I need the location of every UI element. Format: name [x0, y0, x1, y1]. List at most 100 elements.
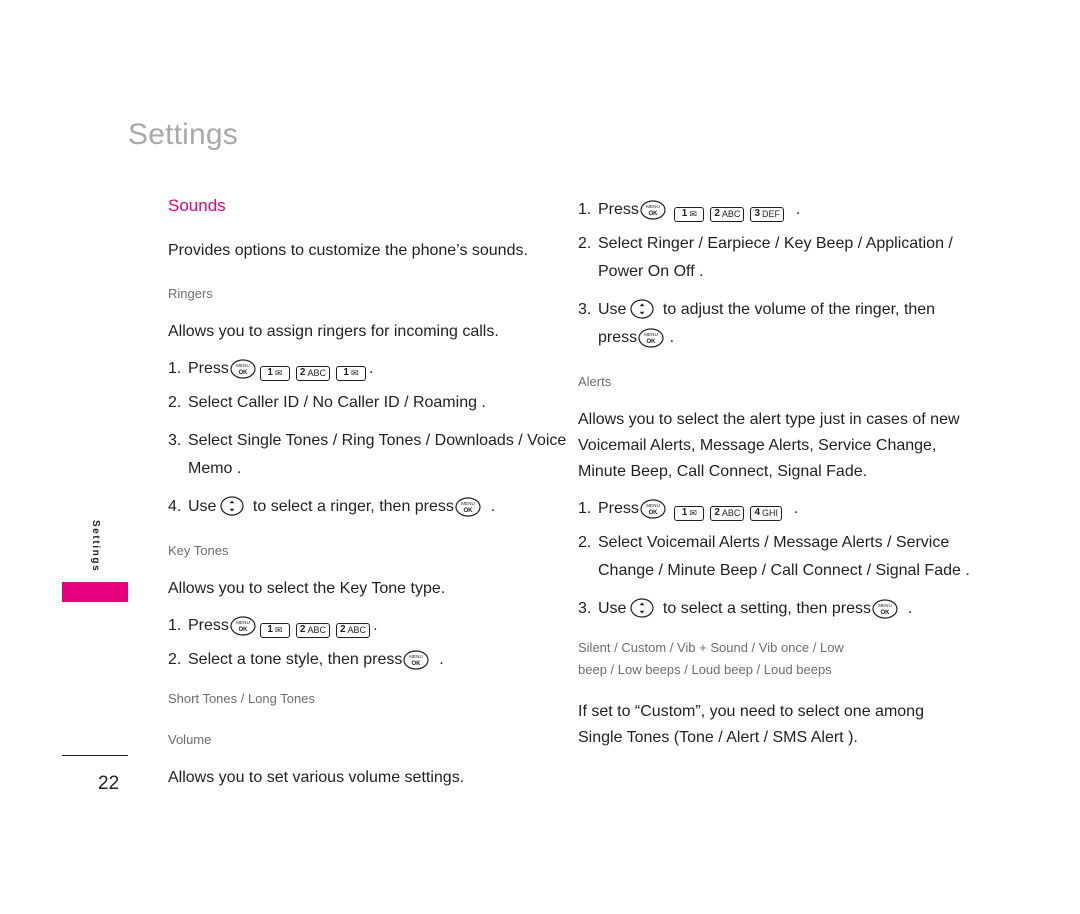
volume-step-1: 1. Press MENU OK 1 ✉ 2 ABC 3 DEF . [578, 196, 978, 224]
svg-text:MENU: MENU [878, 603, 892, 608]
svg-text:MENU: MENU [646, 503, 660, 508]
step-text-b: to select a setting, then press [662, 600, 872, 617]
step-text: Use to select a setting, then press MENU O… [598, 595, 978, 623]
svg-text:MENU: MENU [461, 501, 475, 506]
step-tail: . [368, 360, 374, 377]
volume-step-2: 2. Select Ringer / Earpiece / Key Beep /… [578, 230, 978, 286]
key-2abc: 2 ABC [295, 622, 330, 638]
svg-text:OK: OK [881, 610, 891, 616]
key-3def: 3 DEF [750, 206, 784, 222]
navigation-ring-key-icon [218, 495, 246, 517]
key-2abc: 2 ABC [295, 365, 330, 381]
key-1: 1 ✉ [259, 365, 290, 381]
alerts-tip-a: If set to [578, 703, 631, 720]
menu-ok-key-icon: MENU OK [638, 328, 664, 348]
alerts-body: Allows you to select the alert type just… [578, 411, 960, 480]
left-column: Sounds Provides options to customize the… [168, 196, 568, 791]
step-number: 3. [168, 432, 182, 449]
svg-text:OK: OK [648, 211, 658, 217]
svg-text:MENU: MENU [644, 332, 658, 337]
step-text: Select Voicemail Alerts / Message Alerts… [598, 534, 970, 579]
sounds-intro: Provides options to customize the phone’… [168, 242, 528, 259]
use-label: Use [598, 600, 627, 617]
ringers-body: Allows you to assign ringers for incomin… [168, 323, 499, 340]
menu-ok-key-icon: MENU OK [403, 650, 429, 670]
use-label: Use [188, 498, 217, 515]
menu-ok-key-icon: MENU OK [640, 200, 666, 220]
key-tones-options: Short Tones / Long Tones [168, 691, 315, 706]
use-label: Use [598, 301, 627, 318]
step-tail: . [669, 329, 675, 346]
menu-ok-key-icon: MENU OK [455, 497, 481, 517]
svg-text:OK: OK [647, 339, 657, 345]
key-1: 1 ✉ [259, 622, 290, 638]
step-number: 1. [168, 617, 182, 634]
subheading-alerts: Alerts [578, 374, 612, 389]
key-2abc: 2 ABC [710, 505, 745, 521]
page-title: Settings [128, 118, 238, 151]
alerts-tip-d: Tone / Alert / SMS Alert ). [679, 729, 858, 746]
step-number: 2. [578, 534, 592, 551]
svg-text:MENU: MENU [236, 620, 250, 625]
step-text: Press MENU OK 1 ✉ 2 ABC 4 GHI . [598, 495, 978, 523]
step-number: 1. [578, 500, 592, 517]
volume-step-3: 3. Use to adjust the volume of the ringe… [578, 296, 978, 352]
alerts-step-2: 2. Select Voicemail Alerts / Message Ale… [578, 529, 978, 585]
ringers-step-1: 1. Press MENU OK 1 ✉ 2 ABC 1 ✉. [168, 355, 568, 383]
key-4ghi: 4 GHI [750, 505, 783, 521]
step-tail: . [373, 617, 378, 634]
press-label: Press [598, 201, 639, 218]
step-number: 2. [168, 651, 182, 668]
svg-text:MENU: MENU [236, 363, 250, 368]
step-tail: . [793, 500, 799, 517]
step-number: 1. [168, 360, 182, 377]
step-number: 2. [578, 235, 592, 252]
volume-body: Allows you to set various volume setting… [168, 769, 465, 786]
step-number: 1. [578, 201, 592, 218]
svg-text:OK: OK [463, 508, 473, 514]
navigation-ring-key-icon [628, 298, 656, 320]
key-2abc: 2 ABC [710, 206, 745, 222]
step-tail: . [907, 600, 913, 617]
step-text: Press MENU OK 1 ✉ 2 ABC 2 ABC. [188, 612, 568, 640]
step-tail: . [439, 651, 444, 668]
alerts-tip: If set to “Custom”, you need to select o… [578, 699, 978, 751]
alerts-step-3: 3. Use to select a setting, then press ME… [578, 595, 978, 623]
footer-divider [62, 755, 128, 756]
svg-text:MENU: MENU [410, 654, 424, 659]
menu-ok-key-icon: MENU OK [872, 599, 898, 619]
step-text: Press MENU OK 1 ✉ 2 ABC 3 DEF . [598, 196, 978, 224]
ringers-step-3: 3. Select Single Tones / Ring Tones / Do… [168, 427, 568, 483]
manual-page: Settings Settings 22 Sounds Provides opt… [0, 0, 1080, 914]
step-number: 4. [168, 498, 182, 515]
press-label: Press [188, 360, 229, 377]
step-tail: . [490, 498, 496, 515]
svg-text:MENU: MENU [646, 204, 660, 209]
menu-ok-key-icon: MENU OK [230, 616, 256, 636]
menu-ok-key-icon: MENU OK [640, 499, 666, 519]
svg-text:OK: OK [238, 370, 248, 376]
alerts-tip-c: Single Tones ( [578, 729, 680, 746]
step-text: Press MENU OK 1 ✉ 2 ABC 1 ✉. [188, 355, 568, 383]
step-text: Select a tone style, then press MENU OK . [188, 646, 568, 674]
subheading-key-tones: Key Tones [168, 543, 229, 558]
alerts-tip-b: “Custom”, you need to select one among [634, 703, 924, 720]
step-text: Select Caller ID / No Caller ID / Roamin… [188, 394, 486, 411]
step-text: Select Ringer / Earpiece / Key Beep / Ap… [598, 235, 953, 280]
side-tab-bar [62, 582, 128, 602]
step-text-a: Select a tone style, then press [188, 651, 403, 668]
svg-text:OK: OK [238, 627, 248, 633]
navigation-ring-key-icon [628, 597, 656, 619]
key-1: 1 ✉ [674, 505, 705, 521]
svg-text:OK: OK [412, 661, 422, 667]
alerts-step-1: 1. Press MENU OK 1 ✉ 2 ABC 4 GHI . [578, 495, 978, 523]
menu-ok-key-icon: MENU OK [230, 359, 256, 379]
step-number: 3. [578, 600, 592, 617]
section-title-sounds: Sounds [168, 196, 226, 215]
press-label: Press [598, 500, 639, 517]
key-tones-body: Allows you to select the Key Tone type. [168, 580, 446, 597]
subheading-ringers: Ringers [168, 286, 213, 301]
alerts-options-line-1: Silent / Custom / Vib + Sound / Vib once… [578, 640, 844, 655]
step-number: 3. [578, 301, 592, 318]
right-column: 1. Press MENU OK 1 ✉ 2 ABC 3 DEF . 2. Select Ri… [578, 196, 978, 751]
